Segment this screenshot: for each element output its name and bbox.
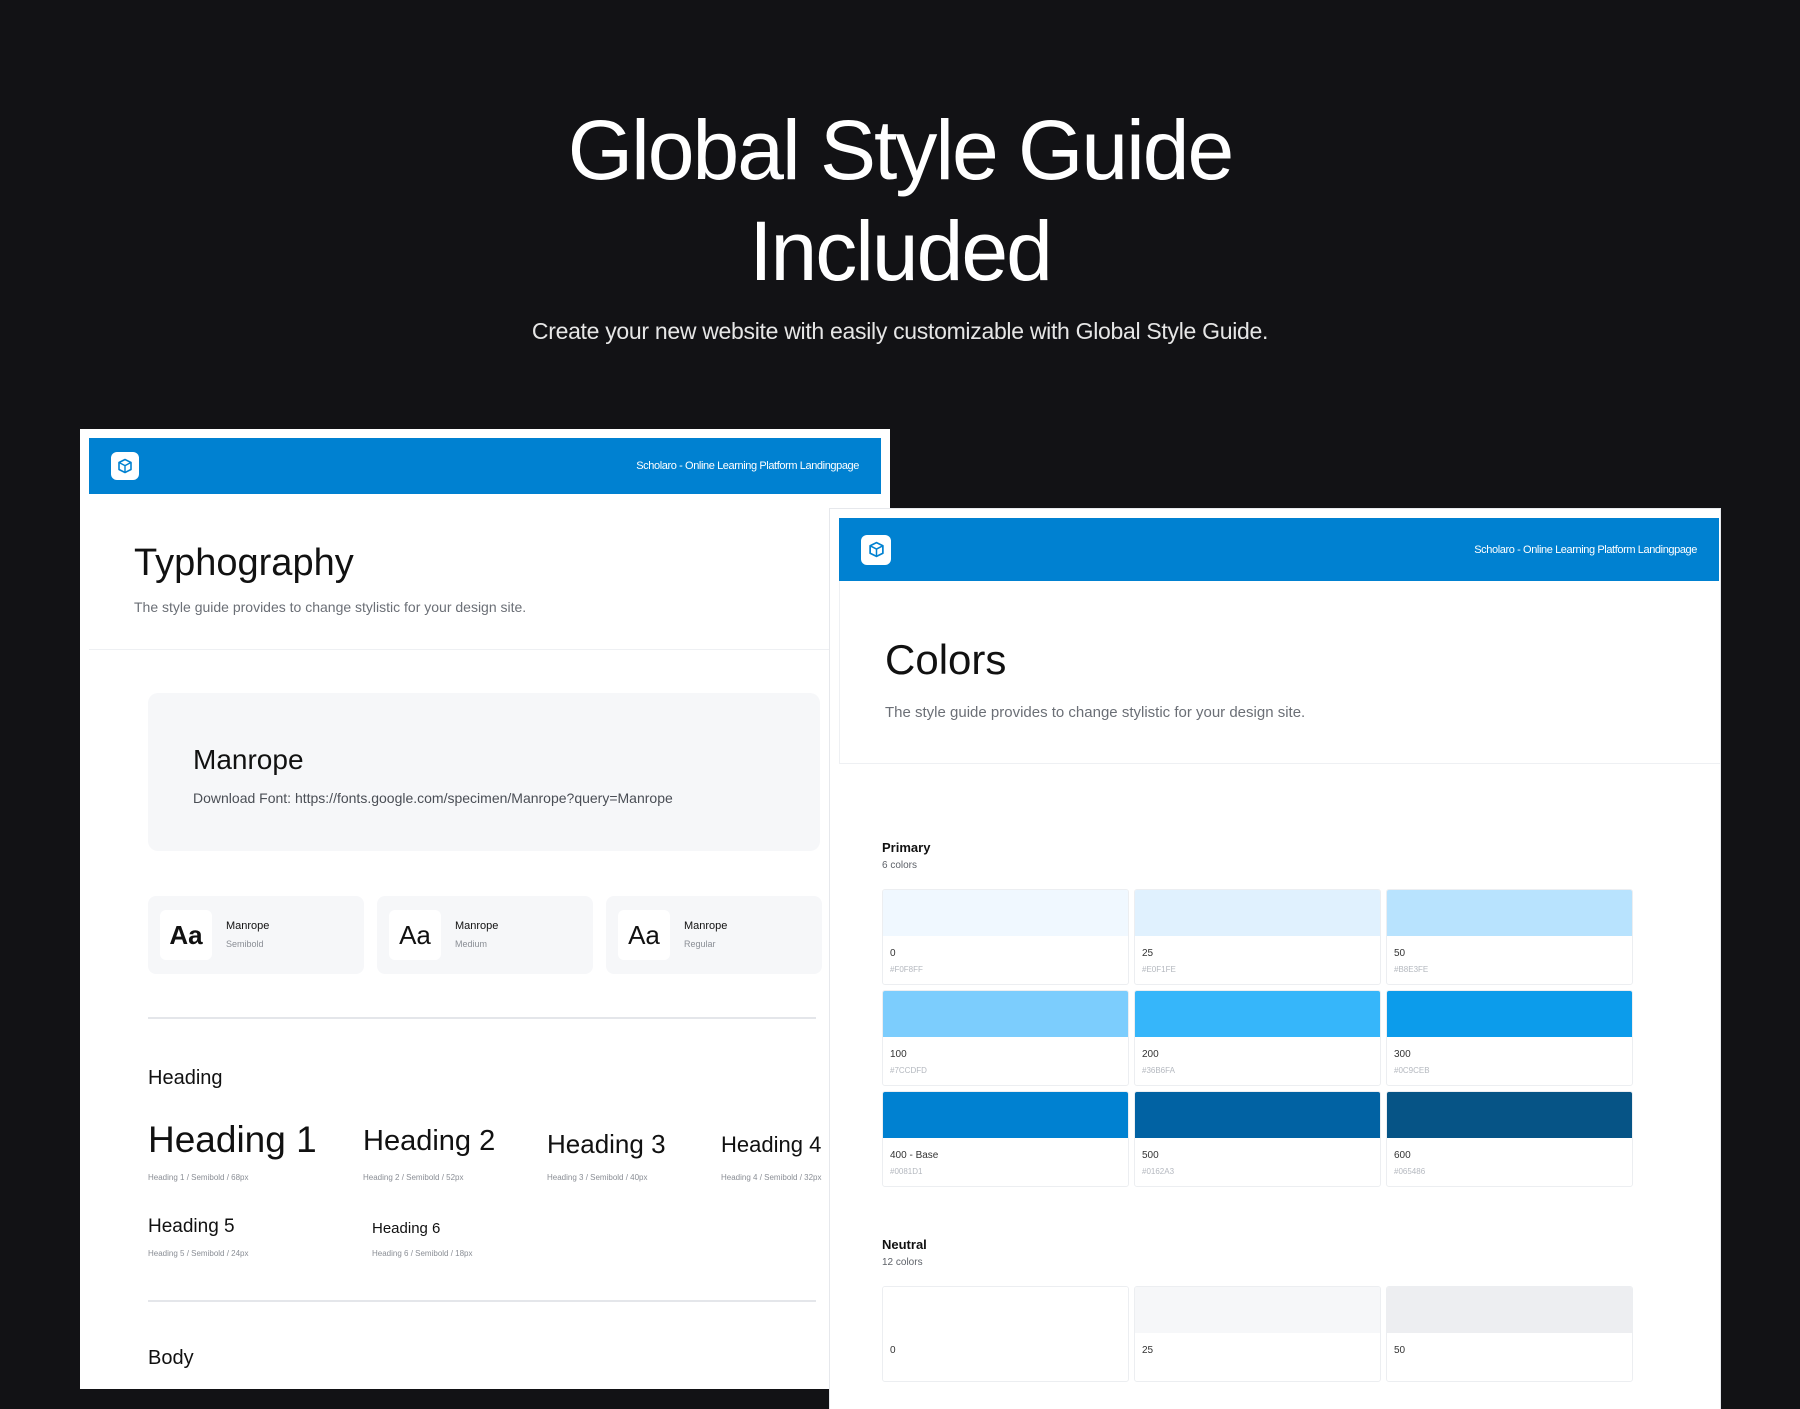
swatch-step-label: 400 - Base [890, 1150, 939, 1161]
color-swatch[interactable]: 25 [1134, 1286, 1381, 1382]
heading-6-meta: Heading 6 / Semibold / 18px [372, 1249, 473, 1258]
primary-group-label: Primary [882, 840, 931, 855]
section-title: Colors [885, 636, 1007, 683]
swatch-step-label: 200 [1142, 1049, 1159, 1060]
font-sample: Aa [389, 910, 441, 960]
heading-3-meta: Heading 3 / Semibold / 40px [547, 1173, 648, 1182]
body-section-label: Body [148, 1347, 194, 1369]
hero-title: Global Style Guide Included [0, 100, 1800, 302]
logo-icon[interactable] [861, 534, 891, 565]
font-weight-family: Manrope [226, 920, 270, 932]
swatch-step-label: 0 [890, 948, 896, 959]
heading-section-label: Heading [148, 1067, 223, 1089]
topbar-title: Scholaro - Online Learning Platform Land… [1474, 543, 1697, 556]
swatch-color-fill [1387, 1092, 1632, 1138]
swatch-hex-label: #B8E3FE [1394, 965, 1429, 974]
neutral-group-count: 12 colors [882, 1257, 923, 1268]
font-download-link[interactable]: Download Font: https://fonts.google.com/… [193, 790, 673, 806]
colors-topbar: Scholaro - Online Learning Platform Land… [839, 518, 1719, 581]
color-swatch[interactable]: 200 #36B6FA [1134, 990, 1381, 1086]
heading-1-meta: Heading 1 / Semibold / 68px [148, 1173, 249, 1182]
color-swatch[interactable]: 50 #B8E3FE [1386, 889, 1633, 985]
neutral-group-label: Neutral [882, 1237, 927, 1252]
font-weight-family: Manrope [684, 920, 728, 932]
swatch-hex-label: #0C9CEB [1394, 1066, 1430, 1075]
swatch-color-fill [1387, 991, 1632, 1037]
swatch-color-fill [1387, 890, 1632, 936]
swatch-step-label: 50 [1394, 948, 1406, 959]
swatch-color-fill [883, 890, 1128, 936]
heading-2-sample: Heading 2 [363, 1125, 496, 1157]
section-divider [148, 1017, 816, 1019]
logo-icon[interactable] [111, 452, 139, 480]
swatch-hex-label: #E0F1FE [1142, 965, 1176, 974]
section-description: The style guide provides to change styli… [134, 599, 527, 615]
section-title: Typhography [134, 542, 354, 584]
color-swatch[interactable]: 50 [1386, 1286, 1633, 1382]
color-swatch[interactable]: 25 #E0F1FE [1134, 889, 1381, 985]
colors-header: Colors The style guide provides to chang… [839, 581, 1720, 764]
swatch-color-fill [1135, 890, 1380, 936]
color-swatch[interactable]: 100 #7CCDFD [882, 990, 1129, 1086]
color-swatch[interactable]: 600 #065486 [1386, 1091, 1633, 1187]
heading-5-sample: Heading 5 [148, 1216, 235, 1237]
section-divider [148, 1300, 816, 1302]
swatch-step-label: 500 [1142, 1150, 1159, 1161]
swatch-hex-label: #F0F8FF [890, 965, 923, 974]
swatch-step-label: 25 [1142, 1345, 1154, 1356]
color-swatch[interactable]: 500 #0162A3 [1134, 1091, 1381, 1187]
font-family-panel: Manrope Download Font: https://fonts.goo… [148, 693, 820, 851]
swatch-step-label: 100 [890, 1049, 907, 1060]
swatch-color-fill [1387, 1287, 1632, 1333]
color-swatch[interactable]: 300 #0C9CEB [1386, 990, 1633, 1086]
swatch-step-label: 50 [1394, 1345, 1406, 1356]
heading-4-sample: Heading 4 [721, 1132, 822, 1157]
heading-4-meta: Heading 4 / Semibold / 32px [721, 1173, 822, 1182]
hero-title-line-2: Included [749, 204, 1053, 298]
heading-1-sample: Heading 1 [148, 1119, 317, 1160]
colors-card: Scholaro - Online Learning Platform Land… [830, 509, 1720, 1409]
font-weight-label: Medium [455, 939, 488, 949]
typography-card: Scholaro - Online Learning Platform Land… [80, 429, 890, 1389]
swatch-hex-label: #36B6FA [1142, 1066, 1175, 1075]
swatch-hex-label: #7CCDFD [890, 1066, 927, 1075]
font-weight-family: Manrope [455, 920, 499, 932]
font-weight-card-medium: Aa Manrope Medium [377, 896, 593, 974]
primary-group-count: 6 colors [882, 860, 918, 871]
swatch-step-label: 600 [1394, 1150, 1411, 1161]
section-description: The style guide provides to change styli… [885, 704, 1306, 721]
heading-6-sample: Heading 6 [372, 1220, 441, 1237]
swatch-hex-label: #0162A3 [1142, 1167, 1175, 1176]
font-name: Manrope [193, 744, 304, 775]
swatch-step-label: 300 [1394, 1049, 1411, 1060]
typography-topbar: Scholaro - Online Learning Platform Land… [89, 438, 881, 494]
heading-2-meta: Heading 2 / Semibold / 52px [363, 1173, 464, 1182]
swatch-hex-label: #0081D1 [890, 1167, 923, 1176]
font-weight-card-regular: Aa Manrope Regular [606, 896, 822, 974]
color-swatch[interactable]: 0 #F0F8FF [882, 889, 1129, 985]
swatch-color-fill [883, 1092, 1128, 1138]
font-sample: Aa [160, 910, 212, 960]
heading-3-sample: Heading 3 [547, 1129, 666, 1159]
hero-subtitle: Create your new website with easily cust… [531, 318, 1269, 344]
swatch-step-label: 25 [1142, 948, 1154, 959]
swatch-step-label: 0 [890, 1345, 896, 1356]
font-weight-label: Regular [684, 939, 716, 949]
color-swatch[interactable]: 0 [882, 1286, 1129, 1382]
swatch-color-fill [1135, 1092, 1380, 1138]
color-swatch[interactable]: 400 - Base #0081D1 [882, 1091, 1129, 1187]
swatch-color-fill [883, 991, 1128, 1037]
heading-5-meta: Heading 5 / Semibold / 24px [148, 1249, 249, 1258]
topbar-title: Scholaro - Online Learning Platform Land… [636, 460, 859, 472]
swatch-color-fill [1135, 1287, 1380, 1333]
swatch-color-fill [883, 1287, 1128, 1333]
typography-header: Typhography The style guide provides to … [89, 494, 881, 650]
swatch-color-fill [1135, 991, 1380, 1037]
font-weight-label: Semibold [226, 939, 264, 949]
font-weight-card-semibold: Aa Manrope Semibold [148, 896, 364, 974]
font-sample: Aa [618, 910, 670, 960]
swatch-hex-label: #065486 [1394, 1167, 1426, 1176]
hero-title-line-1: Global Style Guide [567, 103, 1234, 197]
